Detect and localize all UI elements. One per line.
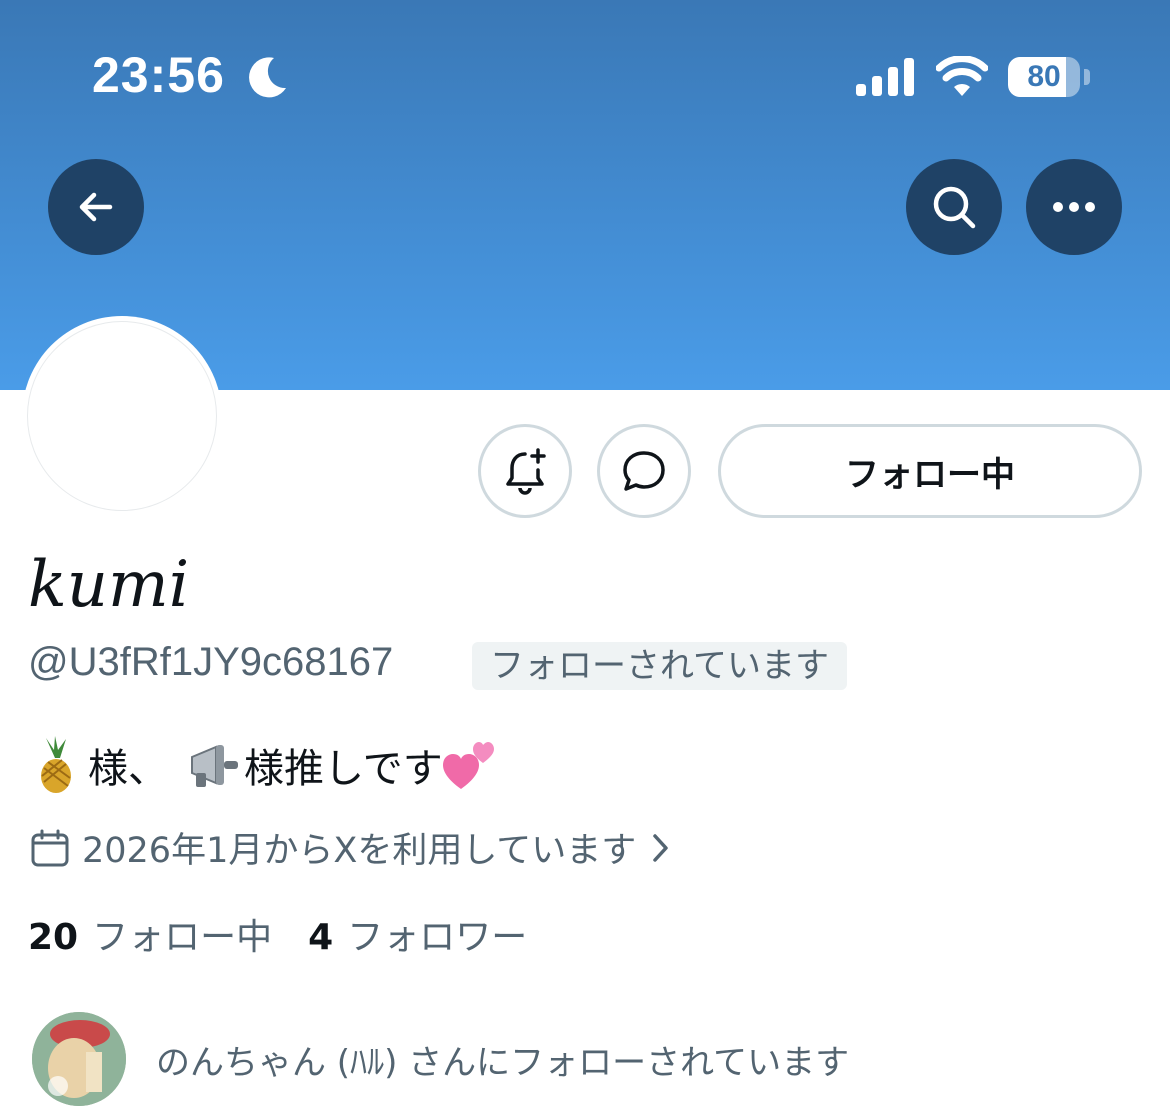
- notifications-button[interactable]: [478, 424, 572, 518]
- username-handle: @U3fRf1JY9c68167: [28, 640, 394, 684]
- follow-stats: 20 フォロー中 4 フォロワー: [28, 908, 527, 960]
- bio-text-2: 様推しです: [244, 746, 443, 792]
- more-button[interactable]: [1026, 159, 1122, 255]
- status-time: 23:56: [92, 47, 225, 103]
- bell-plus-icon: [506, 448, 546, 495]
- bio-text-1: 様、: [88, 746, 168, 792]
- profile-bio: 様、 様推しです: [30, 736, 499, 794]
- back-button[interactable]: [48, 159, 144, 255]
- follower-avatar-image: [32, 1012, 126, 1106]
- followers-label: フォロワー: [347, 917, 528, 958]
- follows-you-badge: フォローされています: [472, 642, 847, 690]
- chat-bubble-icon: [623, 451, 665, 491]
- following-button[interactable]: フォロー中: [718, 424, 1142, 518]
- calendar-icon: [31, 829, 69, 866]
- followers-count: 4: [308, 917, 334, 958]
- display-name: kumi: [28, 548, 190, 622]
- joined-date[interactable]: 2026年1月からXを利用しています: [30, 822, 674, 873]
- cellular-signal-icon: [856, 58, 914, 96]
- search-icon: [933, 186, 976, 229]
- battery-tip: [1084, 69, 1090, 85]
- pineapple-emoji: [41, 736, 71, 793]
- moon-icon: [249, 57, 286, 98]
- wifi-icon: [936, 56, 988, 96]
- message-button[interactable]: [597, 424, 691, 518]
- search-button[interactable]: [906, 159, 1002, 255]
- two-hearts-emoji: [442, 742, 494, 789]
- followed-by-text: のんちゃん (ﾊﾙ) さんにフォローされています: [156, 1042, 850, 1083]
- more-horizontal-icon: [1053, 202, 1095, 212]
- battery-level: 80: [1027, 60, 1061, 93]
- megaphone-emoji: [191, 745, 238, 787]
- follower-avatar: [32, 1012, 126, 1106]
- avatar-image: [27, 321, 217, 511]
- following-label: フォロー中: [92, 917, 273, 958]
- followers-link[interactable]: 4 フォロワー: [308, 908, 527, 960]
- battery-indicator: 80: [1008, 57, 1080, 97]
- profile-avatar[interactable]: [22, 316, 222, 516]
- chevron-right-icon: [653, 833, 669, 862]
- following-link[interactable]: 20 フォロー中: [28, 908, 272, 960]
- joined-text: 2026年1月からXを利用しています: [82, 831, 637, 871]
- followed-by-row[interactable]: のんちゃん (ﾊﾙ) さんにフォローされています: [32, 1012, 849, 1106]
- arrow-left-icon: [79, 192, 113, 222]
- following-count: 20: [28, 917, 79, 958]
- following-button-label: フォロー中: [845, 454, 1015, 495]
